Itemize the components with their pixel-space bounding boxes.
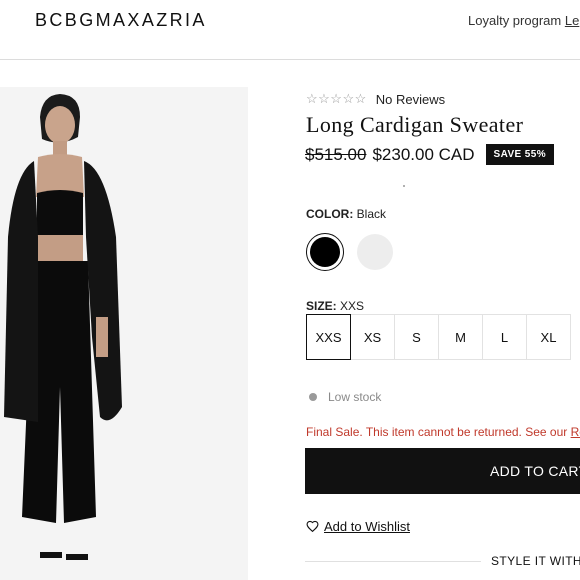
save-badge: SAVE 55% — [485, 144, 555, 165]
final-sale-notice: Final Sale. This item cannot be returned… — [306, 425, 580, 439]
section-divider — [305, 561, 481, 562]
product-image[interactable] — [0, 87, 248, 580]
model-illustration — [0, 87, 248, 580]
color-swatch-black[interactable] — [306, 233, 344, 271]
add-to-cart-button[interactable]: ADD TO CART — [305, 448, 580, 494]
stock-text: Low stock — [328, 390, 382, 404]
size-option-xs[interactable]: XS — [350, 314, 395, 360]
star-rating-icon: ☆☆☆☆☆ — [306, 91, 367, 106]
loyalty-label: Loyalty program — [468, 13, 562, 28]
size-value: XXS — [340, 299, 365, 313]
size-option-l[interactable]: L — [482, 314, 527, 360]
size-heading: SIZE: — [306, 299, 337, 313]
final-sale-text: Final Sale. This item cannot be returned… — [306, 425, 571, 439]
product-title: Long Cardigan Sweater — [306, 112, 524, 137]
stock-dot-icon — [309, 393, 317, 401]
brand-logo[interactable]: BCBGMAXAZRIA — [35, 10, 207, 31]
color-swatch-white[interactable] — [357, 234, 393, 270]
sale-price: $230.00 CAD — [372, 144, 475, 164]
divider-dot — [403, 185, 405, 187]
original-price: $515.00 — [305, 144, 367, 164]
size-selector: XXS XS S M L XL — [306, 314, 571, 360]
loyalty-program-link[interactable]: Loyalty program Le — [468, 13, 579, 28]
return-policy-link[interactable]: Re — [571, 425, 580, 439]
add-to-wishlist-link[interactable]: Add to Wishlist — [306, 519, 410, 534]
loyalty-learn-link[interactable]: Le — [565, 13, 579, 28]
heart-icon — [306, 520, 319, 533]
color-heading: COLOR: — [306, 207, 354, 221]
size-option-xl[interactable]: XL — [526, 314, 571, 360]
product-rating[interactable]: ☆☆☆☆☆ No Reviews — [306, 91, 445, 107]
stock-status: Low stock — [309, 390, 381, 404]
reviews-count[interactable]: No Reviews — [376, 92, 445, 107]
size-label: SIZE: XXS — [306, 299, 364, 313]
price-row: $515.00 $230.00 CAD SAVE 55% — [305, 144, 555, 165]
size-option-xxs[interactable]: XXS — [306, 314, 351, 360]
color-value: Black — [356, 207, 387, 221]
site-header: BCBGMAXAZRIA Loyalty program Le — [0, 0, 580, 60]
color-label: COLOR: Black — [306, 207, 386, 221]
style-it-with-heading: STYLE IT WITH — [491, 554, 580, 568]
size-option-s[interactable]: S — [394, 314, 439, 360]
size-option-m[interactable]: M — [438, 314, 483, 360]
wishlist-label: Add to Wishlist — [324, 519, 410, 534]
